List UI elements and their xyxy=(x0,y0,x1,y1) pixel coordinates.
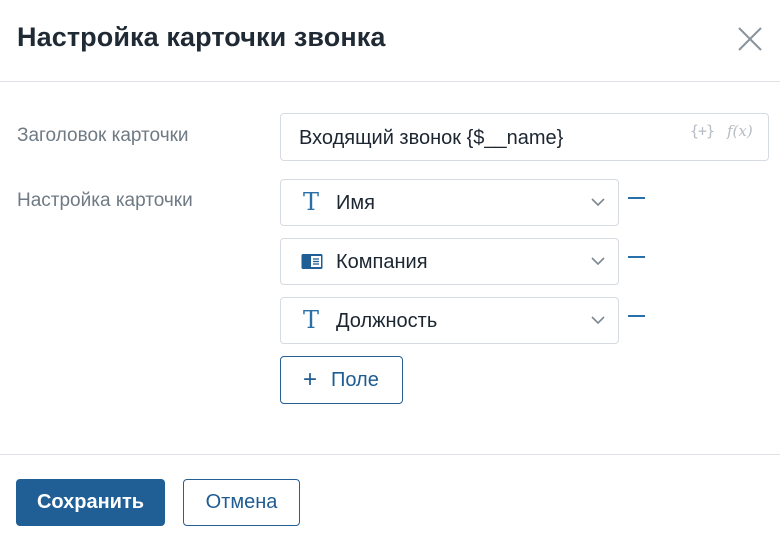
add-field-label: Поле xyxy=(331,369,379,391)
remove-field-button[interactable] xyxy=(628,251,645,263)
footer-divider xyxy=(0,454,780,455)
remove-field-button[interactable] xyxy=(628,310,645,322)
field-select-company[interactable]: Компания xyxy=(280,238,619,285)
field-select-name[interactable]: T Имя xyxy=(280,179,619,226)
field-select-label: Имя xyxy=(336,192,375,214)
formula-icon[interactable]: f(x) xyxy=(727,122,753,140)
remove-field-button[interactable] xyxy=(628,192,645,204)
cancel-button[interactable]: Отмена xyxy=(183,479,300,526)
field-select-label: Компания xyxy=(336,251,428,273)
text-type-icon: T xyxy=(303,188,320,216)
card-title-input[interactable] xyxy=(299,124,679,152)
dialog-header: Настройка карточки звонка xyxy=(0,0,780,82)
text-type-icon: T xyxy=(303,306,320,334)
dialog-title: Настройка карточки звонка xyxy=(17,22,386,52)
add-field-button[interactable]: + Поле xyxy=(280,356,403,404)
chevron-down-icon xyxy=(591,316,605,325)
card-title-label: Заголовок карточки xyxy=(17,125,189,146)
save-button[interactable]: Сохранить xyxy=(16,479,165,526)
call-card-settings-dialog: Настройка карточки звонка Заголовок карт… xyxy=(0,0,780,545)
chevron-down-icon xyxy=(591,198,605,207)
close-icon[interactable] xyxy=(735,24,765,54)
field-select-position[interactable]: T Должность xyxy=(280,297,619,344)
app-type-icon xyxy=(301,254,323,269)
chevron-down-icon xyxy=(591,257,605,266)
plus-icon: + xyxy=(303,366,318,393)
field-select-label: Должность xyxy=(336,310,438,332)
insert-variable-icon[interactable]: {+} xyxy=(690,122,715,140)
card-settings-label: Настройка карточки xyxy=(17,190,193,211)
